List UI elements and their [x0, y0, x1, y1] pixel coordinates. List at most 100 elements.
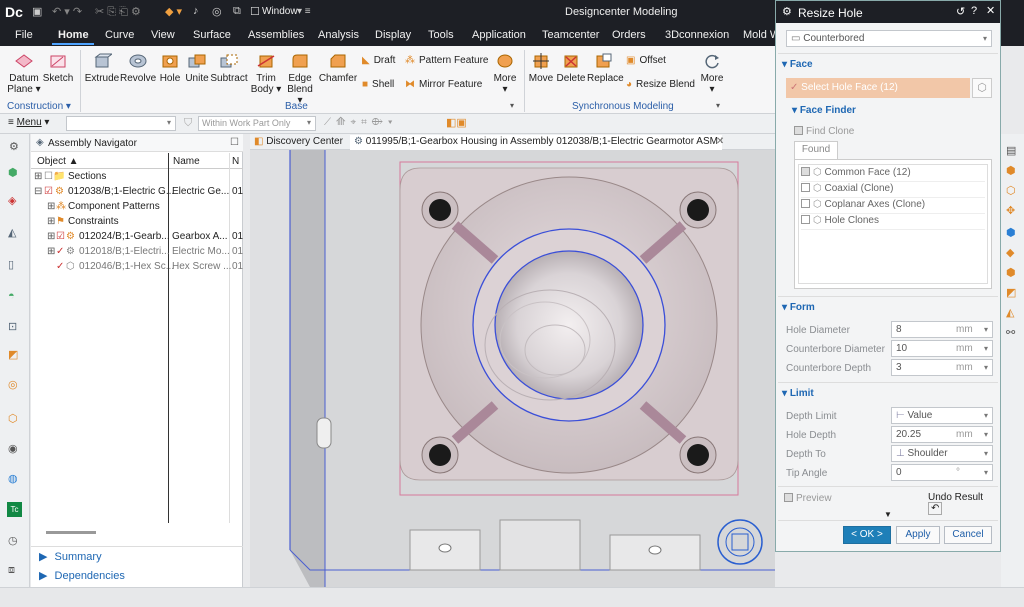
- depth-to-dropdown[interactable]: ⊥ Shoulder ▾: [891, 445, 993, 462]
- menu-curve[interactable]: Curve: [105, 29, 134, 41]
- hd3d-icon[interactable]: ◓: [8, 290, 15, 302]
- tree-row-sections[interactable]: ⊞ ☐📁 Sections: [31, 170, 243, 185]
- preview-checkbox[interactable]: Preview: [784, 493, 832, 504]
- depth-limit-dropdown[interactable]: ⊢ Value ▾: [891, 407, 993, 424]
- assembly-navigator-icon[interactable]: ◈: [8, 194, 16, 207]
- limit-section-header[interactable]: ▾ Limit: [782, 388, 814, 399]
- summary-panel[interactable]: ▶ Summary: [39, 550, 102, 563]
- hole-depth-input[interactable]: 20.25 mm ▾: [891, 426, 993, 443]
- graphics-window[interactable]: [250, 150, 775, 587]
- selection-mode-icon[interactable]: ◧▣: [446, 116, 467, 129]
- blue-cube-icon[interactable]: ⬢: [1006, 226, 1016, 239]
- part-navigator-icon[interactable]: ⬢: [8, 166, 18, 179]
- shell-face-icon[interactable]: ◭: [1006, 306, 1014, 319]
- history-icon[interactable]: ◩: [8, 348, 18, 361]
- process-studio-icon[interactable]: ◉: [8, 442, 18, 455]
- menu-orders[interactable]: Orders: [612, 29, 646, 41]
- undo-result-button[interactable]: Undo Result ↶: [928, 492, 1000, 515]
- counterbore-depth-input[interactable]: 3 mm ▾: [891, 359, 993, 376]
- found-tab[interactable]: Found: [794, 141, 838, 159]
- menu-surface[interactable]: Surface: [193, 29, 231, 41]
- menu-teamcenter[interactable]: Teamcenter: [542, 29, 599, 41]
- extrude-button[interactable]: Extrude: [84, 52, 120, 84]
- window-menu-dropdown-icon[interactable]: ▾ ≡: [297, 6, 311, 17]
- filter-icon[interactable]: ⛉: [184, 117, 192, 130]
- form-section-header[interactable]: ▾ Form: [782, 302, 815, 313]
- menu-3dconnexion[interactable]: 3Dconnexion: [665, 29, 729, 41]
- hole-button[interactable]: Hole: [156, 52, 184, 84]
- roles-icon[interactable]: ◎: [8, 378, 18, 391]
- menu-tools[interactable]: Tools: [428, 29, 454, 41]
- chamfer-button[interactable]: Chamfer: [318, 52, 358, 84]
- tree-row-constraints[interactable]: ⊞ ⚑ Constraints: [31, 215, 243, 230]
- cube-icon[interactable]: ⬢: [1006, 164, 1016, 177]
- tree-row-root-assembly[interactable]: ⊟ ☑ ⚙ 012038/B;1-Electric G... Electric Ge..…: [31, 185, 243, 200]
- replace-button[interactable]: Replace: [587, 52, 624, 84]
- close-icon[interactable]: ✕: [986, 4, 995, 17]
- offset-face-icon[interactable]: ⬢: [1006, 266, 1016, 279]
- capture-icon[interactable]: ⧈: [8, 564, 15, 577]
- mirror-feature-button[interactable]: ⧓ Mirror Feature: [405, 79, 482, 90]
- box-icon[interactable]: ⬡: [1006, 184, 1016, 197]
- move-face-icon[interactable]: ✥: [1006, 204, 1015, 217]
- type-dropdown[interactable]: ▭ Counterbored ▾: [786, 30, 992, 47]
- view-icon[interactable]: ◎: [212, 5, 222, 18]
- finder-item-coaxial[interactable]: ⬡ Coaxial (Clone): [801, 183, 985, 198]
- mic-icon[interactable]: ♪: [193, 5, 199, 17]
- column-object[interactable]: Object ▲: [37, 156, 79, 167]
- tree-row-component-patterns[interactable]: ⊞ ⁂ Component Patterns: [31, 200, 243, 215]
- snap-icons[interactable]: ⟋⟰⌖⌗⟴▾: [324, 117, 398, 128]
- more-base-button[interactable]: More ▾: [490, 52, 520, 95]
- menu-button[interactable]: ≡ Menu ▾: [8, 117, 49, 128]
- sketch-button[interactable]: Sketch: [42, 52, 74, 84]
- datum-plane-button[interactable]: Datum Plane ▾: [6, 52, 42, 95]
- type-filter-dropdown[interactable]: ▾: [66, 116, 176, 131]
- window-menu[interactable]: Window: [262, 6, 298, 17]
- scope-dropdown[interactable]: Within Work Part Only ▾: [198, 116, 316, 131]
- trim-body-button[interactable]: Trim Body ▾: [250, 52, 282, 95]
- hole-diameter-input[interactable]: 8 mm ▾: [891, 321, 993, 338]
- reset-icon[interactable]: ↺: [956, 5, 965, 18]
- constraint-navigator-icon[interactable]: ◭: [8, 226, 16, 239]
- quick-access-icons[interactable]: ✂ ⎘ ⎗ ⚙: [95, 5, 141, 19]
- maximize-icon[interactable]: ☐: [230, 137, 239, 148]
- subtract-button[interactable]: Subtract: [210, 52, 248, 84]
- tree-row-electric-motor[interactable]: ⊞ ✓ ⚙ 012018/B;1-Electri... Electric Mo... 01: [31, 245, 243, 260]
- face-finder-header[interactable]: ▾ Face Finder: [792, 105, 856, 116]
- manufacturing-wizard-icon[interactable]: ◍: [8, 472, 18, 485]
- face-section-header[interactable]: ▾ Face: [782, 59, 813, 70]
- delete-button[interactable]: Delete: [556, 52, 586, 84]
- system-materials-icon[interactable]: ⬡: [8, 412, 18, 425]
- menu-assemblies[interactable]: Assemblies: [248, 29, 304, 41]
- sync-group-expand-icon[interactable]: ▾: [716, 101, 720, 110]
- horizontal-scrollbar[interactable]: [46, 531, 96, 534]
- ok-button[interactable]: < OK >: [843, 526, 891, 544]
- cancel-button[interactable]: Cancel: [944, 526, 992, 544]
- finder-item-coplanar-axes[interactable]: ⬡ Coplanar Axes (Clone): [801, 199, 985, 214]
- unite-button[interactable]: Unite: [184, 52, 210, 84]
- dialog-gear-icon[interactable]: ⚙: [782, 5, 792, 18]
- clock-icon[interactable]: ◷: [8, 534, 18, 547]
- edge-blend-button[interactable]: Edge Blend ▾: [284, 52, 316, 106]
- select-hole-face[interactable]: ✓ Select Hole Face (12): [786, 78, 970, 98]
- apply-button[interactable]: Apply: [896, 526, 940, 544]
- revolve-button[interactable]: Revolve: [120, 52, 156, 84]
- menu-display[interactable]: Display: [375, 29, 411, 41]
- tree-row-hex-screw[interactable]: ✓ ⬡ 012046/B;1-Hex Sc... Hex Screw ... 01: [31, 260, 243, 275]
- shell-button[interactable]: ■ Shell: [362, 79, 394, 90]
- find-clone-checkbox[interactable]: Find Clone: [794, 126, 854, 137]
- tree-row-gearbox[interactable]: ⊞ ☑ ⚙ 012024/B;1-Gearb... Gearbox A... 01: [31, 230, 243, 245]
- draft-button[interactable]: ◣ Draft: [362, 55, 395, 66]
- base-group-expand-icon[interactable]: ▾: [510, 101, 514, 110]
- finder-item-common-face[interactable]: ⬡ Common Face (12): [801, 167, 985, 182]
- pull-face-icon[interactable]: ◆: [1006, 246, 1014, 259]
- menu-analysis[interactable]: Analysis: [318, 29, 359, 41]
- face-select-icon[interactable]: ⬡: [972, 78, 992, 98]
- more-sync-button[interactable]: More ▾: [698, 52, 726, 95]
- column-name[interactable]: Name: [173, 156, 200, 167]
- resize-blend-button[interactable]: ◕ Resize Blend: [626, 79, 695, 90]
- move-button[interactable]: Move: [527, 52, 555, 84]
- help-icon[interactable]: ?: [971, 5, 977, 17]
- menu-view[interactable]: View: [151, 29, 175, 41]
- counterbore-diameter-input[interactable]: 10 mm ▾: [891, 340, 993, 357]
